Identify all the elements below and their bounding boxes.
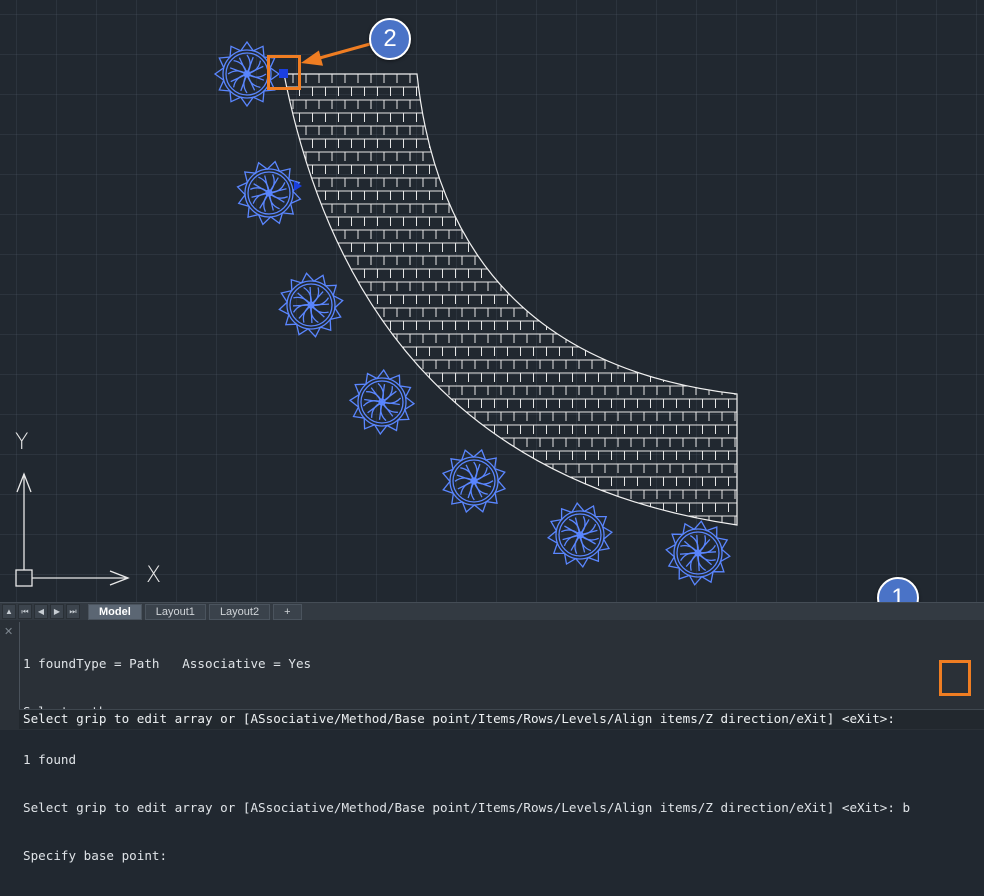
- array-item[interactable]: [236, 160, 302, 226]
- hatch-lines: [284, 74, 737, 525]
- history-line: 1 found: [23, 752, 77, 767]
- tab-model[interactable]: Model: [88, 603, 142, 620]
- callout-badge-2: 2: [369, 18, 411, 60]
- add-layout-tab-button[interactable]: +: [273, 603, 302, 620]
- array-item[interactable]: [441, 448, 507, 514]
- tab-next-button[interactable]: ▶: [50, 604, 64, 619]
- callout-arrow-2: [300, 42, 371, 66]
- tab-layout1[interactable]: Layout1: [144, 603, 206, 620]
- close-icon[interactable]: ✕: [4, 625, 13, 638]
- typed-response: b: [902, 800, 911, 815]
- response-highlight-box: [939, 660, 971, 696]
- ucs-icon: [15, 472, 130, 587]
- drawing-area[interactable]: [0, 0, 984, 602]
- command-history: 1 foundType = Path Associative = Yes Sel…: [23, 624, 978, 896]
- history-line: Specify base point:: [23, 848, 168, 863]
- command-input-field[interactable]: Select grip to edit array or [ASsociativ…: [19, 709, 984, 729]
- array-item[interactable]: [278, 272, 344, 338]
- tab-last-button[interactable]: ⏭: [66, 604, 80, 619]
- tab-layout2[interactable]: Layout2: [208, 603, 271, 620]
- tab-prev-button[interactable]: ◀: [34, 604, 48, 619]
- tab-first-button[interactable]: ⏮: [18, 604, 32, 619]
- array-item[interactable]: [348, 368, 416, 436]
- command-prompt: Select grip to edit array or [ASsociativ…: [23, 711, 895, 726]
- tab-scroll-up-button[interactable]: ▲: [2, 604, 16, 619]
- command-line-panel: ✕ 1 foundType = Path Associative = Yes S…: [0, 620, 984, 863]
- hatch-region[interactable]: [280, 73, 740, 526]
- history-line: 1 foundType = Path Associative = Yes: [23, 656, 312, 671]
- y-axis-label: Y: [15, 430, 29, 455]
- grip-highlight-box: [267, 55, 301, 90]
- history-line: Select grip to edit array or [ASsociativ…: [23, 800, 978, 816]
- x-axis-label: X: [146, 563, 162, 588]
- array-item[interactable]: [546, 501, 614, 569]
- history-prompt: Select grip to edit array or [ASsociativ…: [23, 800, 895, 815]
- array-item[interactable]: [665, 520, 731, 586]
- drawing-canvas[interactable]: Y X 2 1: [0, 0, 984, 619]
- layout-tab-bar: ▲ ⏮ ◀ ▶ ⏭ Model Layout1 Layout2 +: [0, 602, 984, 621]
